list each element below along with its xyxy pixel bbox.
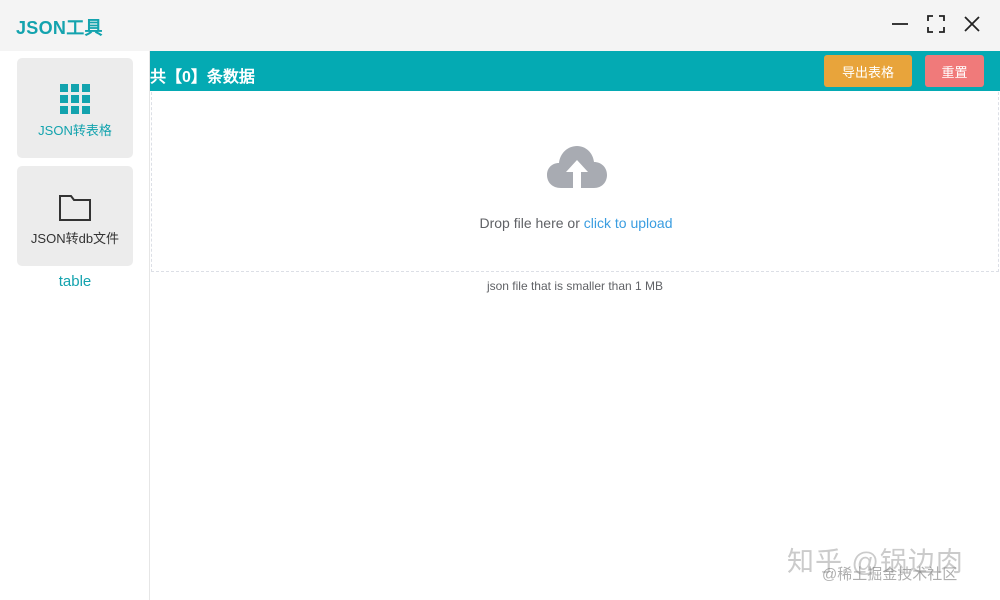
upload-tip: json file that is smaller than 1 MB [486, 279, 664, 293]
sidebar-link-table[interactable]: table [0, 273, 150, 290]
upload-instructions: Drop file here or click to upload [152, 215, 1000, 231]
main-header: 共【0】条数据 导出表格 重置 [150, 51, 1000, 91]
grid-icon [60, 84, 90, 114]
export-table-button[interactable]: 导出表格 [824, 55, 912, 87]
close-icon [964, 16, 980, 32]
reset-button[interactable]: 重置 [925, 55, 984, 87]
sidebar-item-json-to-db[interactable]: JSON转db文件 [17, 166, 133, 266]
close-button[interactable] [961, 13, 983, 35]
record-count: 共【0】条数据 [150, 69, 255, 86]
watermark-sub: @稀土掘金技术社区 [822, 566, 958, 583]
sidebar: JSON转表格 JSON转db文件 table [0, 51, 150, 600]
app-title: JSON工具 [16, 18, 103, 38]
cloud-upload-icon [547, 146, 607, 188]
click-to-upload-link[interactable]: click to upload [584, 215, 673, 231]
maximize-icon [927, 15, 945, 33]
minimize-icon [892, 23, 908, 25]
maximize-button[interactable] [925, 13, 947, 35]
upload-text-prefix: Drop file here or [479, 215, 584, 231]
folder-icon [59, 195, 91, 221]
title-bar: JSON工具 [0, 0, 1000, 51]
upload-dropzone[interactable]: Drop file here or click to upload [151, 92, 999, 272]
sidebar-item-label: JSON转表格 [38, 123, 112, 138]
sidebar-item-label: JSON转db文件 [30, 231, 120, 246]
sidebar-item-json-to-table[interactable]: JSON转表格 [17, 58, 133, 158]
minimize-button[interactable] [889, 13, 911, 35]
